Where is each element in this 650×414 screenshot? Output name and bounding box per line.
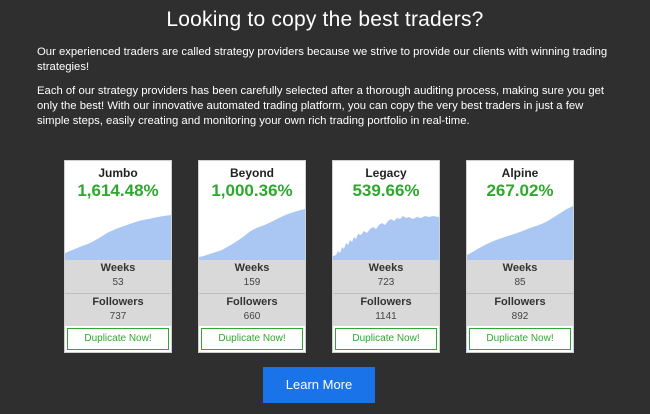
learn-more-button[interactable]: Learn More [263, 367, 375, 403]
provider-card-legacy: Legacy 539.66% Weeks 723 Followers 1141 … [332, 160, 440, 353]
weeks-label: Weeks [502, 262, 538, 274]
provider-return: 1,000.36% [211, 181, 293, 200]
weeks-value: 53 [112, 277, 124, 288]
description-paragraph: Each of our strategy providers has been … [37, 85, 605, 127]
followers-value: 892 [511, 311, 529, 322]
performance-chart [333, 216, 439, 260]
followers-value: 660 [243, 311, 261, 322]
provider-name: Beyond [229, 166, 274, 180]
duplicate-now-button[interactable]: Duplicate Now! [469, 328, 571, 350]
provider-return: 539.66% [352, 181, 420, 200]
provider-stats: Weeks 53 Followers 737 [65, 260, 171, 326]
stats-divider [65, 293, 171, 294]
weeks-value: 159 [243, 277, 261, 288]
followers-label: Followers [360, 296, 412, 308]
provider-stats: Weeks 723 Followers 1141 [333, 260, 439, 326]
weeks-label: Weeks [234, 262, 270, 274]
duplicate-now-button[interactable]: Duplicate Now! [201, 328, 303, 350]
provider-card-jumbo: Jumbo 1,614.48% Weeks 53 Followers 737 D… [64, 160, 172, 353]
provider-name: Alpine [501, 166, 539, 180]
performance-chart [467, 206, 573, 260]
weeks-value: 723 [377, 277, 395, 288]
provider-card-alpine: Alpine 267.02% Weeks 85 Followers 892 Du… [466, 160, 574, 353]
followers-label: Followers [226, 296, 278, 308]
performance-chart [65, 215, 171, 260]
provider-return: 267.02% [486, 181, 554, 200]
weeks-label: Weeks [100, 262, 136, 274]
stats-divider [467, 293, 573, 294]
provider-stats: Weeks 85 Followers 892 [467, 260, 573, 326]
provider-card-beyond: Beyond 1,000.36% Weeks 159 Followers 660… [198, 160, 306, 353]
duplicate-now-button[interactable]: Duplicate Now! [335, 328, 437, 350]
provider-return: 1,614.48% [77, 181, 159, 200]
provider-name: Jumbo [98, 166, 138, 180]
followers-value: 1141 [375, 311, 397, 322]
followers-label: Followers [494, 296, 546, 308]
weeks-value: 85 [514, 277, 526, 288]
page-title: Looking to copy the best traders? [166, 8, 484, 31]
followers-label: Followers [92, 296, 144, 308]
weeks-label: Weeks [368, 262, 404, 274]
duplicate-now-button[interactable]: Duplicate Now! [67, 328, 169, 350]
stats-divider [333, 293, 439, 294]
provider-name: Legacy [365, 166, 407, 180]
provider-stats: Weeks 159 Followers 660 [199, 260, 305, 326]
followers-value: 737 [109, 311, 127, 322]
performance-chart [199, 209, 305, 260]
intro-paragraph: Our experienced traders are called strat… [37, 46, 608, 73]
stats-divider [199, 293, 305, 294]
